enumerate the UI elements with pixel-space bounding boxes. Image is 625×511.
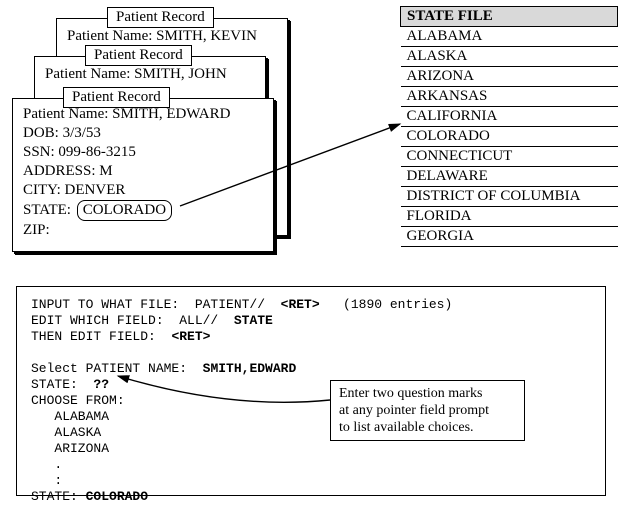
table-row: ALASKA [401,47,618,67]
help-callout: Enter two question marks at any pointer … [330,380,525,441]
state-cell: ARKANSAS [401,87,618,107]
term-line: ALASKA [31,425,101,440]
record-tab-back: Patient Record [107,7,214,28]
term-line: EDIT WHICH FIELD: ALL// STATE [31,313,273,328]
term-line: INPUT TO WHAT FILE: PATIENT// <RET> (189… [31,297,452,312]
state-cell: COLORADO [401,127,618,147]
term-line: ARIZONA [31,441,109,456]
term-line: : [31,473,62,488]
record-tab-label: Patient Record [94,47,183,63]
patient-address: ADDRESS: M [23,162,263,181]
term-line: CHOOSE FROM: [31,393,125,408]
term-line: . [31,457,62,472]
state-file-table: STATE FILE ALABAMA ALASKA ARIZONA ARKANS… [400,6,618,247]
state-cell: ALABAMA [401,27,618,47]
callout-line: Enter two question marks [339,386,482,401]
state-cell: FLORIDA [401,207,618,227]
callout-line: at any pointer field prompt [339,403,489,418]
table-row: COLORADO [401,127,618,147]
record-tab-label: Patient Record [72,89,161,105]
callout-line: to list available choices. [339,420,474,435]
patient-dob: DOB: 3/3/53 [23,124,263,143]
table-row: DISTRICT OF COLUMBIA [401,187,618,207]
table-row: FLORIDA [401,207,618,227]
patient-ssn: SSN: 099-86-3215 [23,143,263,162]
state-cell: CALIFORNIA [401,107,618,127]
state-cell: GEORGIA [401,227,618,247]
term-line: THEN EDIT FIELD: <RET> [31,329,210,344]
state-cell: DISTRICT OF COLUMBIA [401,187,618,207]
state-value-pill: COLORADO [77,200,172,221]
table-row: CALIFORNIA [401,107,618,127]
patient-record-card-front: Patient Record Patient Name: SMITH, EDWA… [12,98,274,252]
term-line: ALABAMA [31,409,109,424]
term-line: STATE: COLORADO [31,489,148,504]
table-row: CONNECTICUT [401,147,618,167]
table-row: ARKANSAS [401,87,618,107]
patient-record-stack: Patient Record Patient Name: SMITH, KEVI… [8,4,298,254]
table-row: DELAWARE [401,167,618,187]
patient-name-mid: Patient Name: SMITH, JOHN [45,65,255,84]
state-label: STATE: [23,202,71,218]
table-row: ARIZONA [401,67,618,87]
state-cell: ARIZONA [401,67,618,87]
state-cell: CONNECTICUT [401,147,618,167]
patient-zip: ZIP: [23,221,263,240]
state-file-body: ALABAMA ALASKA ARIZONA ARKANSAS CALIFORN… [401,27,618,247]
record-tab-front: Patient Record [63,87,170,108]
record-tab-mid: Patient Record [85,45,192,66]
patient-city: CITY: DENVER [23,181,263,200]
state-cell: DELAWARE [401,167,618,187]
patient-state-row: STATE: COLORADO [23,200,263,221]
table-row: ALABAMA [401,27,618,47]
term-line: Select PATIENT NAME: SMITH,EDWARD [31,361,296,376]
table-row: GEORGIA [401,227,618,247]
term-line: STATE: ?? [31,377,109,392]
state-cell: ALASKA [401,47,618,67]
patient-name-back: Patient Name: SMITH, KEVIN [67,27,277,46]
state-file-header: STATE FILE [401,7,618,27]
record-tab-label: Patient Record [116,9,205,25]
